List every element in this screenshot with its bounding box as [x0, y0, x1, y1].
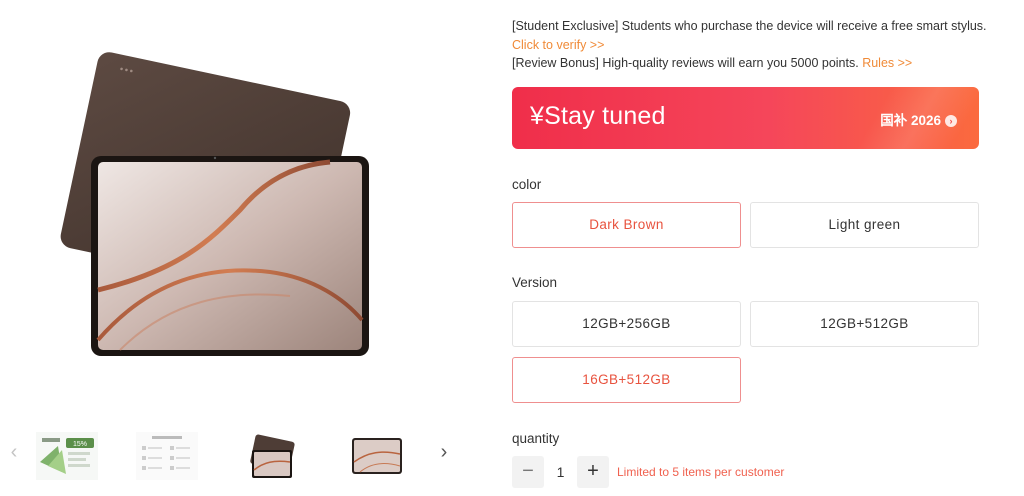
quantity-input[interactable] [544, 456, 577, 488]
review-promo-text: [Review Bonus] High-quality reviews will… [512, 56, 859, 70]
review-promo-line: [Review Bonus] High-quality reviews will… [512, 56, 912, 70]
version-option-12-512[interactable]: 12GB+512GB [750, 301, 979, 347]
color-option-dark-brown[interactable]: Dark Brown [512, 202, 741, 248]
color-option-light-green[interactable]: Light green [750, 202, 979, 248]
color-label: color [512, 177, 542, 192]
subsidy-text: 国补 2026 [880, 113, 941, 128]
tablet-illustration [60, 52, 369, 356]
version-option-16-512[interactable]: 16GB+512GB [512, 357, 741, 403]
thumbnail-tablet-angled[interactable] [244, 432, 306, 480]
thumbnail-spec-sheet[interactable] [136, 432, 198, 480]
price-text: ¥Stay tuned [530, 102, 666, 130]
quantity-limit-text: Limited to 5 items per customer [617, 465, 785, 479]
rules-link[interactable]: Rules >> [862, 56, 912, 70]
chevron-left-icon[interactable]: ‹ [4, 440, 24, 464]
increment-button[interactable]: + [577, 456, 609, 488]
subsidy-badge[interactable]: 国补 2026 › [880, 109, 957, 129]
thumbnail-promo[interactable]: 15% [36, 432, 98, 480]
thumbnail-strip: ‹ 15% › [0, 428, 470, 484]
decrement-button[interactable]: − [512, 456, 544, 488]
version-option-12-256[interactable]: 12GB+256GB [512, 301, 741, 347]
verify-link[interactable]: Click to verify >> [512, 38, 604, 52]
thumbnail-tablet-front[interactable] [346, 432, 408, 480]
price-banner: ¥Stay tuned 国补 2026 › [512, 87, 979, 149]
version-label: Version [512, 275, 558, 290]
thumb-badge-text: 15% [73, 441, 87, 448]
product-page: ‹ 15% › [Student Exclusive] Students who… [0, 0, 1024, 496]
product-main-image [60, 40, 400, 370]
product-gallery: ‹ 15% › [0, 0, 470, 496]
student-promo-text: [Student Exclusive] Students who purchas… [512, 19, 987, 33]
quantity-label: quantity [512, 431, 560, 446]
chevron-right-icon[interactable]: › [434, 440, 454, 464]
quantity-stepper: − + Limited to 5 items per customer [512, 456, 982, 488]
arrow-right-icon: › [945, 115, 957, 127]
